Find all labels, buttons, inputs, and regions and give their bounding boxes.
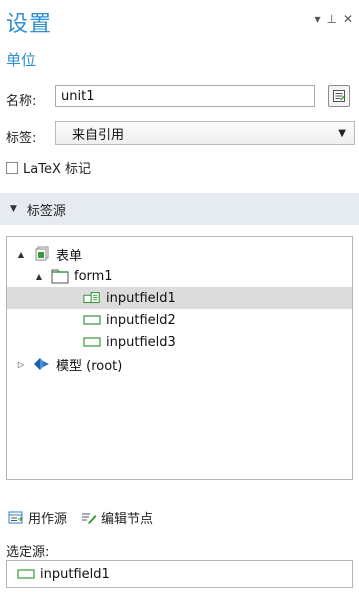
- collapse-triangle-icon: ▼: [10, 204, 17, 214]
- latex-checkbox-row[interactable]: LaTeX 标记: [6, 158, 91, 177]
- inputfield-list-icon: [83, 290, 101, 306]
- tree-item[interactable]: inputfield1: [7, 287, 352, 309]
- close-icon[interactable]: ✕: [343, 12, 353, 26]
- tree-item-label: inputfield2: [106, 312, 176, 328]
- selected-source-value: inputfield1: [40, 566, 110, 582]
- chevron-down-icon: ▼: [338, 127, 346, 139]
- tree-item[interactable]: ▷ 模型 (root): [7, 353, 352, 375]
- inputfield-icon: [83, 334, 101, 350]
- tree-item[interactable]: ▲ form1: [7, 265, 352, 287]
- use-as-source-button[interactable]: 用作源: [8, 508, 67, 527]
- section-title: 标签源: [26, 203, 66, 219]
- latex-label: LaTeX 标记: [23, 162, 91, 177]
- selected-source-box[interactable]: inputfield1: [6, 560, 353, 588]
- tree-toolbar: 用作源 编辑节点: [8, 508, 153, 527]
- tag-select[interactable]: 来自引用 ▼: [55, 121, 355, 145]
- label-source-section-header[interactable]: ▼ 标签源: [0, 193, 359, 225]
- latex-checkbox[interactable]: [6, 161, 18, 174]
- collapse-arrow-icon[interactable]: ▲: [15, 250, 27, 259]
- model-icon: [33, 356, 51, 372]
- edit-node-label: 编辑节点: [101, 512, 154, 527]
- tree-item[interactable]: ▲ 表单: [7, 243, 352, 265]
- edit-node-button[interactable]: 编辑节点: [81, 508, 153, 527]
- name-edit-button[interactable]: [328, 85, 350, 107]
- inputfield-icon: [17, 566, 35, 582]
- tag-select-value: 来自引用: [72, 127, 125, 143]
- use-as-source-icon: [8, 511, 23, 523]
- folder-icon: [51, 268, 69, 284]
- tree-item[interactable]: inputfield2: [7, 309, 352, 331]
- expand-arrow-icon[interactable]: ▷: [15, 360, 27, 369]
- edit-node-icon: [82, 513, 97, 524]
- tree-item-label: 模型 (root): [56, 358, 123, 374]
- source-tree[interactable]: ▲ 表单 ▲ form1 inputfield1 inputfield2 inputfiel…: [6, 236, 353, 480]
- name-field[interactable]: [55, 85, 315, 107]
- panel-menu-icon[interactable]: ▾: [314, 12, 320, 26]
- tree-item-label: 表单: [56, 248, 83, 264]
- use-as-source-label: 用作源: [28, 512, 68, 527]
- forms-icon: [33, 246, 51, 262]
- tag-label: 标签:: [6, 131, 37, 146]
- selected-source-label: 选定源:: [6, 545, 50, 560]
- pin-icon[interactable]: ⊥: [326, 12, 336, 26]
- name-label: 名称:: [6, 94, 37, 109]
- tree-item-label: inputfield1: [106, 290, 176, 306]
- tree-item-label: form1: [74, 268, 113, 284]
- tree-item[interactable]: inputfield3: [7, 331, 352, 353]
- node-type-subtitle: 单位: [6, 51, 37, 69]
- window-controls: ▾ ⊥ ✕: [314, 12, 353, 26]
- tree-item-label: inputfield3: [106, 334, 176, 350]
- inputfield-icon: [83, 312, 101, 328]
- collapse-arrow-icon[interactable]: ▲: [33, 272, 45, 281]
- edit-name-icon: [333, 90, 345, 102]
- panel-title: 设置: [6, 12, 53, 37]
